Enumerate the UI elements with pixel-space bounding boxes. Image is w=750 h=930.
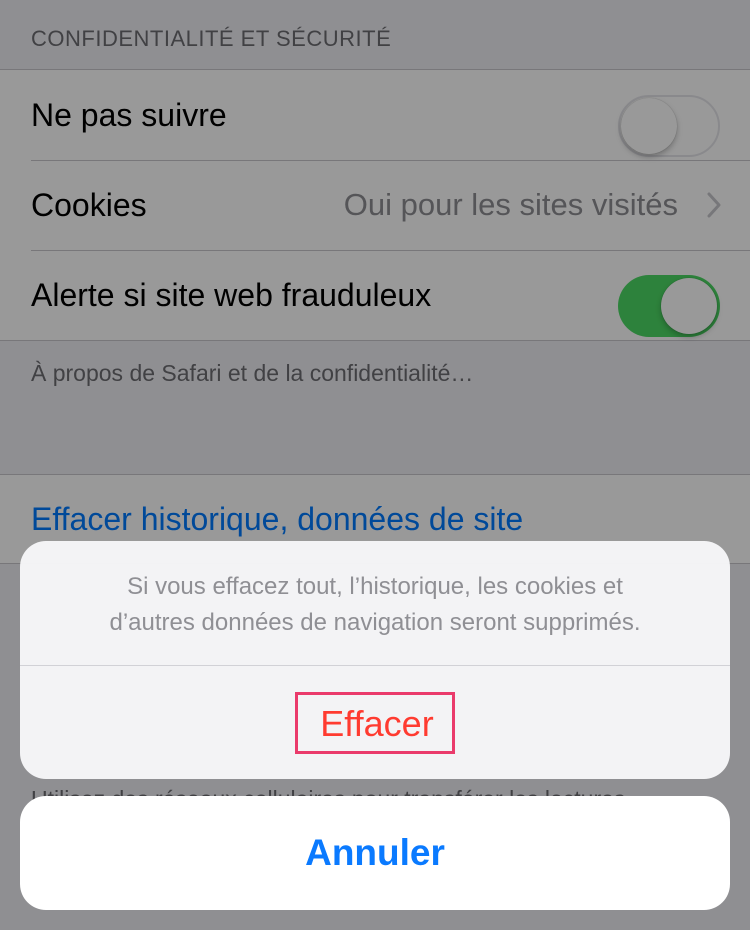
message-line-2: d’autres données de navigation seront su… xyxy=(109,609,641,636)
clear-action-button[interactable]: Effacer xyxy=(20,666,730,779)
cancel-button[interactable]: Annuler xyxy=(20,796,730,910)
modal-dim-overlay[interactable] xyxy=(0,0,750,930)
action-sheet-message: Si vous effacez tout, l’historique, les … xyxy=(20,541,730,665)
message-line-1: Si vous effacez tout, l’historique, les … xyxy=(127,573,623,600)
action-sheet: Si vous effacez tout, l’historique, les … xyxy=(20,541,730,779)
clear-action-label[interactable]: Effacer xyxy=(295,691,455,754)
